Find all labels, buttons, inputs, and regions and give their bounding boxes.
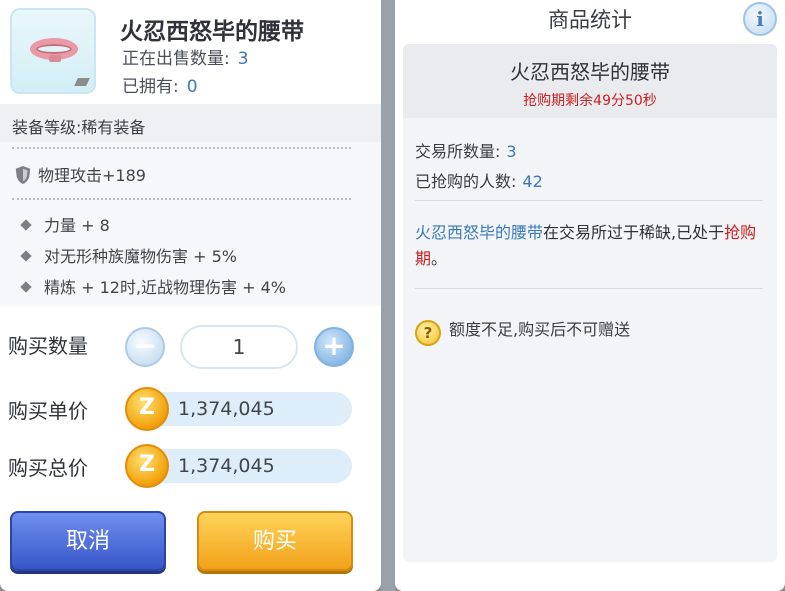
increase-quantity-button[interactable]: + bbox=[314, 327, 354, 367]
info-icon[interactable]: i bbox=[743, 2, 777, 36]
unit-price-value: 1,374,045 bbox=[160, 392, 352, 426]
stats-card: 火忍西怒毕的腰带 抢购期剩余49分50秒 交易所数量: 3 已抢购的人数: 42 火… bbox=[403, 44, 777, 562]
background-gap bbox=[381, 0, 395, 591]
exchange-count: 交易所数量: 3 bbox=[415, 138, 517, 162]
quantity-label: 购买数量 bbox=[8, 334, 88, 358]
item-name: 火忍西怒毕的腰带 bbox=[120, 19, 304, 45]
owned-value: 0 bbox=[186, 77, 198, 97]
belt-buckle-icon bbox=[49, 55, 61, 62]
zeny-coin-icon: Z bbox=[125, 387, 169, 431]
stat-text: 对无形种族魔物伤害 + 5% bbox=[44, 247, 237, 266]
diamond-bullet-icon bbox=[20, 250, 32, 262]
stats-panel: 商品统计 i 火忍西怒毕的腰带 抢购期剩余49分50秒 交易所数量: 3 已抢购的… bbox=[395, 0, 785, 591]
total-price-value: 1,374,045 bbox=[160, 449, 352, 483]
zeny-coin-icon: Z bbox=[125, 444, 169, 488]
physical-attack-text: 物理攻击+189 bbox=[38, 166, 146, 185]
question-icon: ? bbox=[415, 320, 441, 346]
item-description[interactable]: 装备等级:稀有装备 物理攻击+189 力量 + 8 对无形种族魔物伤害 + 5%… bbox=[0, 104, 381, 306]
scarcity-end: 。 bbox=[431, 249, 448, 268]
stat-text: 力量 + 8 bbox=[44, 216, 110, 235]
buyers-count-label: 已抢购的人数: bbox=[415, 172, 517, 191]
stats-item-name: 火忍西怒毕的腰带 bbox=[510, 60, 670, 84]
stat-text: 精炼 + 12时,近战物理伤害 + 4% bbox=[44, 278, 286, 297]
divider bbox=[415, 200, 763, 201]
stats-card-header: 火忍西怒毕的腰带 抢购期剩余49分50秒 bbox=[403, 44, 777, 118]
buy-button[interactable]: 购买 bbox=[197, 511, 353, 571]
decrease-quantity-button[interactable]: − bbox=[125, 327, 165, 367]
stat-line: 对无形种族魔物伤害 + 5% bbox=[20, 243, 237, 267]
quantity-input[interactable]: 1 bbox=[180, 325, 298, 369]
purchase-panel: 火忍西怒毕的腰带 正在出售数量: 3 已拥有: 0 装备等级:稀有装备 物理攻击+1… bbox=[0, 0, 381, 591]
buyers-count: 已抢购的人数: 42 bbox=[415, 168, 543, 192]
on-sale-label: 正在出售数量: bbox=[122, 49, 230, 69]
gift-warning: ? 额度不足,购买后不可赠送 bbox=[415, 316, 630, 346]
exchange-count-label: 交易所数量: bbox=[415, 142, 501, 161]
on-sale-value: 3 bbox=[237, 49, 249, 69]
diamond-bullet-icon bbox=[20, 281, 32, 293]
panel-title: 商品统计 bbox=[548, 8, 632, 32]
unit-price-label: 购买单价 bbox=[8, 399, 88, 423]
buyers-count-value: 42 bbox=[522, 172, 543, 191]
equipment-grade: 装备等级:稀有装备 bbox=[0, 104, 381, 142]
divider bbox=[12, 198, 351, 200]
shield-icon bbox=[15, 166, 31, 184]
scarcity-text: 在交易所过于稀缺,已处于 bbox=[543, 223, 725, 242]
tag-icon bbox=[74, 78, 90, 86]
gift-warning-text: 额度不足,购买后不可赠送 bbox=[449, 320, 631, 339]
stat-line: 力量 + 8 bbox=[20, 212, 110, 236]
rush-timer: 抢购期剩余49分50秒 bbox=[523, 93, 657, 109]
scarcity-notice: 火忍西怒毕的腰带在交易所过于稀缺,已处于抢购期。 bbox=[415, 220, 765, 272]
exchange-count-value: 3 bbox=[506, 142, 517, 161]
cancel-button[interactable]: 取消 bbox=[10, 511, 166, 571]
scarcity-item-name: 火忍西怒毕的腰带 bbox=[415, 223, 544, 242]
diamond-bullet-icon bbox=[20, 219, 32, 231]
owned-label: 已拥有: bbox=[122, 77, 179, 97]
on-sale-count: 正在出售数量: 3 bbox=[122, 44, 249, 69]
owned-count: 已拥有: 0 bbox=[122, 72, 198, 97]
physical-attack: 物理攻击+189 bbox=[14, 162, 146, 186]
divider bbox=[415, 288, 763, 289]
total-price-label: 购买总价 bbox=[8, 456, 88, 480]
divider bbox=[12, 147, 351, 149]
item-thumbnail[interactable] bbox=[10, 8, 96, 94]
stat-line: 精炼 + 12时,近战物理伤害 + 4% bbox=[20, 274, 286, 298]
